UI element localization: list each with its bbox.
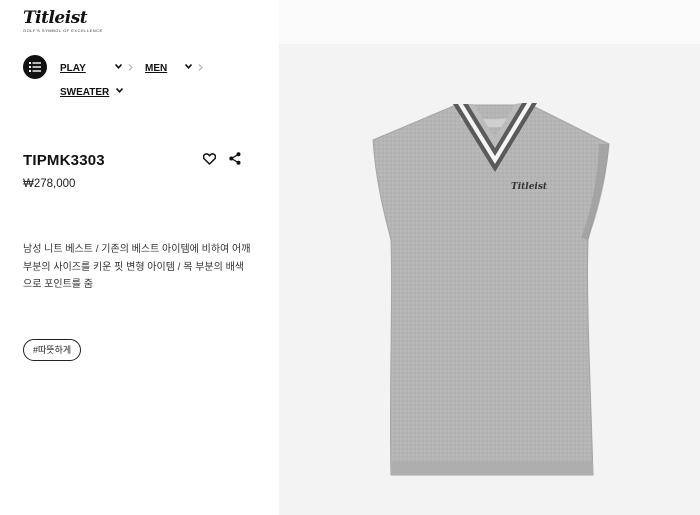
chevron-down-icon[interactable] <box>185 64 192 69</box>
breadcrumb-men[interactable]: MEN <box>145 63 167 74</box>
image-panel-header <box>279 0 700 44</box>
product-info-panel: Titleist GOLF'S SYMBOL OF EXCELLENCE PLA… <box>0 0 279 515</box>
chevron-down-icon[interactable] <box>115 64 122 69</box>
garment-logo: Titleist <box>511 182 548 192</box>
breadcrumb-play[interactable]: PLAY <box>60 63 86 74</box>
product-price: ₩278,000 <box>23 178 76 190</box>
chevron-right-icon <box>128 64 133 71</box>
chevron-right-icon <box>198 64 203 71</box>
brand-logo[interactable]: Titleist GOLF'S SYMBOL OF EXCELLENCE <box>23 8 103 34</box>
product-sku: TIPMK3303 <box>23 152 105 169</box>
share-button[interactable] <box>229 152 241 170</box>
chevron-down-icon[interactable] <box>116 88 123 93</box>
product-image-vest[interactable]: Titleist <box>371 100 616 480</box>
category-menu-button[interactable] <box>23 55 47 79</box>
product-description: 남성 니트 베스트 / 기존의 베스트 아이템에 비하여 어깨 부분의 사이즈를… <box>23 244 251 290</box>
brand-logo-text: Titleist <box>23 8 88 28</box>
breadcrumb-sweater[interactable]: SWEATER <box>60 87 109 98</box>
product-image-panel: Titleist <box>279 0 700 515</box>
heart-icon <box>202 153 217 165</box>
wishlist-button[interactable] <box>202 152 217 170</box>
brand-tagline: GOLF'S SYMBOL OF EXCELLENCE <box>23 28 103 33</box>
list-icon <box>29 62 41 72</box>
share-icon <box>229 152 241 165</box>
hashtag-chip[interactable]: #따뜻하게 <box>23 339 82 361</box>
